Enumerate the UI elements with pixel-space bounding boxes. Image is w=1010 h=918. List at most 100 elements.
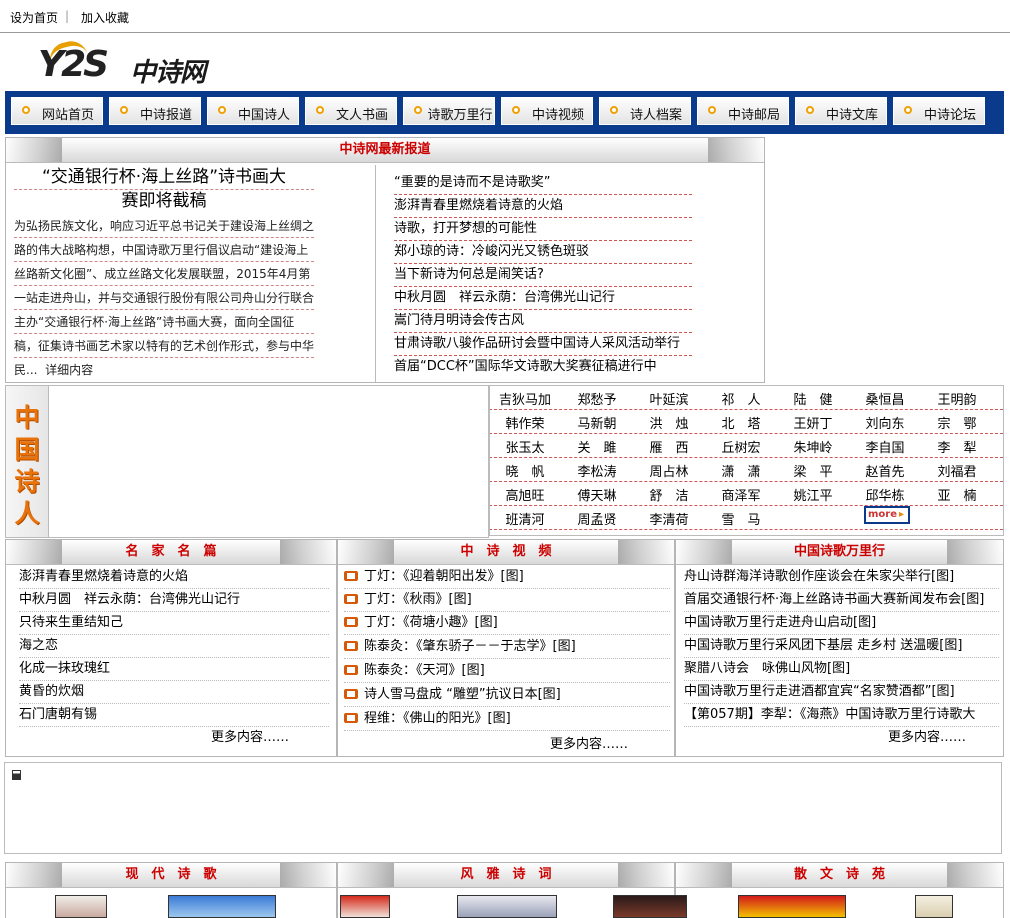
poet-link[interactable]: 马新朝 (562, 413, 632, 432)
masters-item[interactable]: 海之恋 (19, 635, 329, 658)
masters-item[interactable]: 化成一抹玫瑰红 (19, 658, 329, 681)
travel-item[interactable]: 中国诗歌万里行走进舟山启动[图] (684, 612, 999, 635)
nav-item-news[interactable]: 中诗报道 (109, 97, 201, 125)
travel-item[interactable]: 舟山诗群海洋诗歌创作座谈会在朱家尖举行[图] (684, 566, 999, 589)
masters-item[interactable]: 澎湃青春里燃烧着诗意的火焰 (19, 566, 329, 589)
poet-link[interactable]: 傅天琳 (562, 485, 632, 504)
poet-link[interactable]: 晓 帆 (490, 461, 560, 480)
thumbnail-image[interactable] (738, 895, 846, 918)
nav-item-archive[interactable]: 诗人档案 (599, 97, 691, 125)
video-item[interactable]: 陈泰灸：《肇东骄子－－于志学》[图] (344, 636, 670, 659)
poet-link[interactable]: 关 雎 (562, 437, 632, 456)
feature-title-line1[interactable]: “交通银行杯·海上丝路”诗书画大 (14, 165, 314, 190)
poet-link[interactable]: 李自国 (850, 437, 920, 456)
nav-item-poetry-journey[interactable]: 诗歌万里行 (403, 97, 495, 125)
nav-item-forum[interactable]: 中诗论坛 (893, 97, 985, 125)
video-item[interactable]: 陈泰灸：《天河》[图] (344, 660, 670, 683)
poet-link[interactable]: 梁 平 (778, 461, 848, 480)
poet-link[interactable]: 祁 人 (706, 389, 776, 408)
nav-item-home[interactable]: 网站首页 (11, 97, 103, 125)
poet-link[interactable]: 李 犁 (922, 437, 992, 456)
poet-link[interactable]: 李松涛 (562, 461, 632, 480)
set-homepage-link[interactable]: 设为首页 (10, 9, 58, 26)
poet-link[interactable]: 丘树宏 (706, 437, 776, 456)
video-item[interactable]: 丁灯：《迎着朝阳出发》[图] (344, 566, 670, 589)
poet-link[interactable]: 桑恒昌 (850, 389, 920, 408)
videos-more-link[interactable]: 更多内容…… (550, 734, 660, 756)
nav-item-video[interactable]: 中诗视频 (501, 97, 593, 125)
masters-item[interactable]: 石门唐朝有锡 (19, 704, 329, 727)
poet-link[interactable]: 姚江平 (778, 485, 848, 504)
poet-link[interactable]: 吉狄马加 (490, 389, 560, 408)
poet-link[interactable]: 潇 潇 (706, 461, 776, 480)
masters-more-link[interactable]: 更多内容…… (211, 727, 321, 749)
thumbnail-image[interactable] (168, 895, 276, 918)
travel-item[interactable]: 【第057期】李犁：《海燕》中国诗歌万里行诗歌大 (684, 704, 999, 727)
poet-link[interactable]: 洪 烛 (634, 413, 704, 432)
poet-link[interactable]: 商泽军 (706, 485, 776, 504)
masters-item[interactable]: 黄昏的炊烟 (19, 681, 329, 704)
travel-item[interactable]: 中国诗歌万里行采风团下基层 走乡村 送温暖[图] (684, 635, 999, 658)
poet-link[interactable]: 韩作荣 (490, 413, 560, 432)
thumbnail-image[interactable] (613, 895, 687, 918)
poet-link[interactable]: 朱坤岭 (778, 437, 848, 456)
add-favorite-link[interactable]: 加入收藏 (81, 9, 129, 26)
thumbnail-image[interactable] (915, 895, 953, 918)
poet-link[interactable]: 王明韵 (922, 389, 992, 408)
travel-item[interactable]: 中国诗歌万里行走进酒都宜宾“名家赞酒都”[图] (684, 681, 999, 704)
feature-title-line2[interactable]: 赛即将截稿 (14, 189, 314, 213)
video-item[interactable]: 程维：《佛山的阳光》[图] (344, 708, 670, 731)
news-item[interactable]: 首届“DCC杯”国际华文诗歌大奖赛征稿进行中 (394, 356, 692, 378)
poet-link[interactable]: 高旭旺 (490, 485, 560, 504)
masters-item[interactable]: 只待来生重结知己 (19, 612, 329, 635)
nav-item-poets[interactable]: 中国诗人 (207, 97, 299, 125)
poet-link[interactable]: 雁 西 (634, 437, 704, 456)
video-item[interactable]: 丁灯：《秋雨》[图] (344, 589, 670, 612)
poet-link[interactable]: 宗 鄂 (922, 413, 992, 432)
news-item[interactable]: 当下新诗为何总是闹笑话? (394, 264, 692, 287)
poet-link[interactable]: 刘向东 (850, 413, 920, 432)
site-logo[interactable]: Y2S 中诗网 (38, 37, 218, 88)
video-item[interactable]: 丁灯：《荷塘小趣》[图] (344, 612, 670, 635)
masters-header: 名 家 名 篇 (6, 540, 336, 565)
masters-panel: 名 家 名 篇 澎湃青春里燃烧着诗意的火焰 中秋月圆 祥云永荫：台湾佛光山记行 … (5, 539, 337, 757)
news-item[interactable]: 郑小琼的诗：冷峻闪光又锈色斑驳 (394, 241, 692, 264)
thumbnail-image[interactable] (55, 895, 107, 918)
news-item[interactable]: 中秋月圆 祥云永荫：台湾佛光山记行 (394, 287, 692, 310)
news-item[interactable]: 诗歌，打开梦想的可能性 (394, 218, 692, 241)
detail-link[interactable]: 详细内容 (45, 363, 93, 377)
nav-item-painting[interactable]: 文人书画 (305, 97, 397, 125)
nav-item-library[interactable]: 中诗文库 (795, 97, 887, 125)
modern-poetry-title: 现 代 诗 歌 (125, 867, 217, 882)
poets-more-button[interactable]: more ▸ (864, 506, 910, 524)
thumbnail-image[interactable] (340, 895, 390, 918)
news-item[interactable]: “重要的是诗而不是诗歌奖” (394, 172, 692, 195)
poet-link[interactable]: 郑愁予 (562, 389, 632, 408)
poet-link[interactable]: 王妍丁 (778, 413, 848, 432)
poet-link[interactable]: 周孟贤 (562, 509, 632, 528)
news-item[interactable]: 嵩门待月明诗会传古风 (394, 310, 692, 333)
bullet-icon (904, 106, 912, 114)
poet-link[interactable]: 雪 马 (706, 509, 776, 528)
poet-link[interactable]: 李清荷 (634, 509, 704, 528)
video-item[interactable]: 诗人雪马盘成 “雕塑”抗议日本[图] (344, 684, 670, 707)
poet-link[interactable]: 陆 健 (778, 389, 848, 408)
thumbnail-image[interactable] (457, 895, 557, 918)
poet-link[interactable]: 赵首先 (850, 461, 920, 480)
poet-link[interactable]: 班清河 (490, 509, 560, 528)
poet-link[interactable]: 舒 洁 (634, 485, 704, 504)
news-item[interactable]: 甘肃诗歌八骏作品研讨会暨中国诗人采风活动举行 (394, 333, 692, 356)
poet-link[interactable]: 叶延滨 (634, 389, 704, 408)
travel-item[interactable]: 首届交通银行杯·海上丝路诗书画大赛新闻发布会[图] (684, 589, 999, 612)
travel-more-link[interactable]: 更多内容…… (888, 727, 998, 749)
news-item[interactable]: 澎湃青春里燃烧着诗意的火焰 (394, 195, 692, 218)
travel-item[interactable]: 聚腊八诗会 咏佛山风物[图] (684, 658, 999, 681)
poet-link[interactable]: 北 塔 (706, 413, 776, 432)
masters-item[interactable]: 中秋月圆 祥云永荫：台湾佛光山记行 (19, 589, 329, 612)
poet-link[interactable]: 刘福君 (922, 461, 992, 480)
poet-link[interactable]: 张玉太 (490, 437, 560, 456)
poet-link[interactable]: 亚 楠 (922, 485, 992, 504)
poet-link[interactable]: 邱华栋 (850, 485, 920, 504)
nav-item-post[interactable]: 中诗邮局 (697, 97, 789, 125)
poet-link[interactable]: 周占林 (634, 461, 704, 480)
